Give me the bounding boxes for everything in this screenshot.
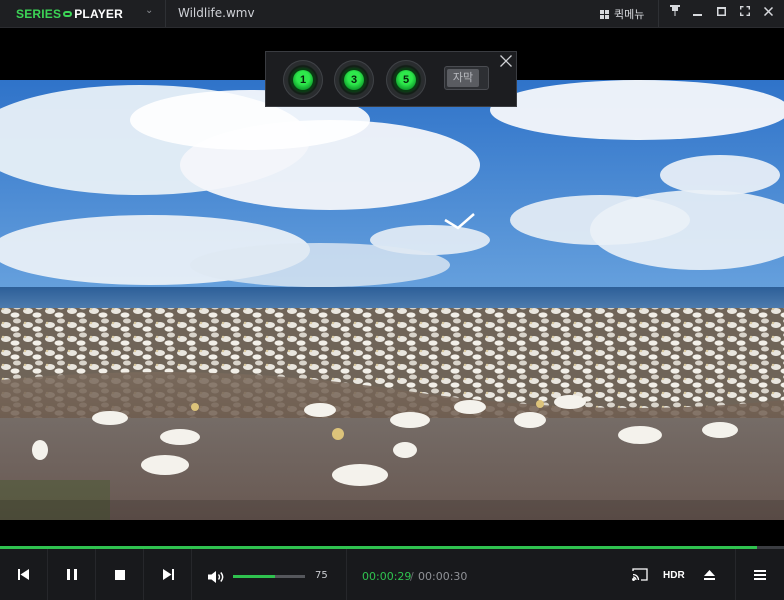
close-button[interactable]: [759, 4, 777, 22]
stop-button[interactable]: [96, 549, 144, 600]
cast-icon: [632, 568, 648, 581]
control-divider: [346, 549, 347, 600]
maximize-button[interactable]: [712, 4, 730, 22]
minimize-icon: [692, 14, 702, 16]
skip-panel: 1 3 5 자막: [265, 51, 517, 107]
eject-icon: [703, 569, 715, 580]
pause-icon: [66, 569, 77, 580]
file-name: Wildlife.wmv: [178, 6, 255, 20]
maximize-icon: [716, 7, 726, 16]
pause-button[interactable]: [48, 549, 96, 600]
subtitle-toggle[interactable]: 자막: [444, 66, 489, 90]
video-image: [0, 80, 784, 520]
menu-button[interactable]: [736, 549, 784, 600]
previous-button[interactable]: [0, 549, 48, 600]
skip-1-button[interactable]: 1: [283, 60, 323, 100]
quick-menu-label: 퀵메뉴: [614, 8, 645, 21]
logo-series: SERIES: [16, 7, 62, 21]
quick-menu-button[interactable]: 퀵메뉴: [600, 6, 644, 22]
cast-button[interactable]: [620, 549, 660, 600]
title-divider: [165, 0, 166, 27]
hdr-button[interactable]: HDR: [663, 570, 685, 581]
skip-previous-icon: [17, 569, 29, 580]
close-icon: [763, 6, 773, 17]
grid-icon: [600, 10, 609, 19]
minimize-button[interactable]: [688, 4, 706, 22]
close-icon: [500, 55, 512, 67]
fullscreen-button[interactable]: [736, 4, 754, 22]
skip-1-label: 1: [293, 70, 313, 90]
skip-5-button[interactable]: 5: [386, 60, 426, 100]
hamburger-menu-icon: [754, 569, 766, 580]
stop-icon: [114, 569, 125, 580]
skip-5-label: 5: [396, 70, 416, 90]
app-logo[interactable]: SERIES PLAYER: [16, 7, 123, 21]
logo-player: PLAYER: [74, 7, 123, 21]
volume-slider-fill: [233, 575, 275, 578]
skip-3-button[interactable]: 3: [334, 60, 374, 100]
pin-icon: [670, 5, 680, 16]
eject-button[interactable]: [690, 549, 728, 600]
volume-button[interactable]: [208, 569, 226, 583]
control-bar: 75 00:00:29 / 00:00:30 HDR: [0, 549, 784, 600]
fullscreen-icon: [740, 6, 750, 16]
title-bar: SERIES PLAYER ⌄ Wildlife.wmv 퀵메뉴: [0, 0, 784, 28]
logo-menu-chevron-down-icon[interactable]: ⌄: [145, 5, 153, 16]
skip-next-icon: [162, 569, 174, 580]
skip-3-label: 3: [344, 70, 364, 90]
panel-close-button[interactable]: [500, 55, 512, 70]
total-time: 00:00:30: [418, 570, 468, 583]
volume-value: 75: [315, 570, 328, 581]
title-divider: [658, 0, 659, 27]
volume-icon: [208, 571, 224, 583]
next-button[interactable]: [144, 549, 192, 600]
logo-ring-icon: [63, 11, 73, 18]
pin-button[interactable]: [666, 4, 684, 22]
subtitle-toggle-label: 자막: [447, 69, 479, 87]
video-frame[interactable]: [0, 80, 784, 520]
volume-slider[interactable]: [233, 575, 305, 578]
current-time: 00:00:29: [362, 570, 412, 583]
time-separator: /: [410, 570, 414, 583]
